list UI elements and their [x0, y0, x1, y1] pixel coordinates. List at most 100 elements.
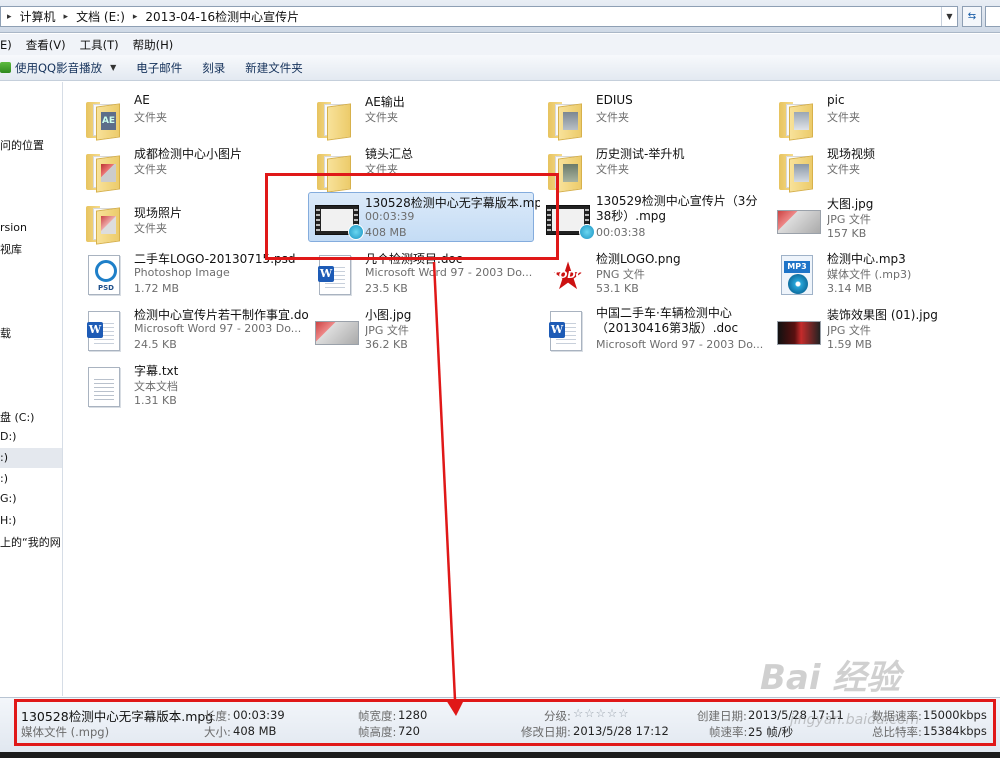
file-type: Microsoft Word 97 - 2003 Do... — [365, 266, 533, 279]
file-item-pic[interactable]: pic 文件夹 — [771, 92, 997, 144]
menu-help[interactable]: 帮助(H) — [126, 37, 181, 53]
nav-item-video-library[interactable]: 视库 — [0, 241, 22, 257]
file-type: 文件夹 — [134, 111, 167, 124]
file-name: 装饰效果图 (01).jpg — [827, 308, 938, 322]
refresh-button[interactable]: ⇆ — [962, 6, 982, 27]
file-type: 文件夹 — [596, 163, 629, 176]
file-type: 文件夹 — [365, 111, 398, 124]
email-button[interactable]: 电子邮件 — [126, 55, 192, 81]
nav-item-drive-g[interactable]: G:) — [0, 492, 17, 505]
chevron-right-icon[interactable]: ▸ — [5, 12, 14, 22]
file-type: Photoshop Image — [134, 266, 230, 279]
file-duration: 00:03:38 — [596, 226, 646, 239]
file-type: PNG 文件 — [596, 268, 645, 281]
image-thumbnail-icon — [777, 309, 821, 353]
file-item-logo-png[interactable]: ★ TODO 检测LOGO.png PNG 文件 53.1 KB — [540, 249, 766, 301]
image-thumbnail-icon — [315, 309, 359, 353]
file-type: 文件夹 — [596, 111, 629, 124]
chevron-right-icon[interactable]: ▸ — [131, 12, 140, 22]
file-name: 历史测试-举升机 — [596, 147, 685, 161]
nav-item-label: :) — [0, 451, 8, 464]
nav-item-drive-h[interactable]: H:) — [0, 514, 16, 527]
file-item-version3-doc[interactable]: W 中国二手车·车辆检测中心（20130416第3版）.doc Microsof… — [540, 305, 766, 357]
file-size: 3.14 MB — [827, 282, 873, 295]
mp3-file-icon: MP3 — [777, 253, 819, 297]
breadcrumb-current-folder[interactable]: 2013-04-16检测中心宣传片 — [139, 8, 305, 25]
chevron-down-icon[interactable]: ▼ — [110, 63, 116, 72]
file-type: Microsoft Word 97 - 2003 Do... — [134, 322, 302, 335]
file-item-site-video[interactable]: 现场视频 文件夹 — [771, 144, 997, 196]
folder-icon — [84, 148, 126, 193]
file-type: JPG 文件 — [827, 213, 871, 226]
file-type: 媒体文件 (.mp3) — [827, 268, 912, 281]
file-type: JPG 文件 — [365, 324, 409, 337]
nav-item-drive-f[interactable]: :) — [0, 472, 8, 485]
file-item-history-test[interactable]: 历史测试-举升机 文件夹 — [540, 144, 766, 196]
menu-bar: E) 查看(V) 工具(T) 帮助(H) — [0, 34, 1000, 55]
nav-item-drive-d[interactable]: D:) — [0, 430, 16, 443]
file-type: 文件夹 — [827, 163, 860, 176]
search-input[interactable] — [985, 6, 1000, 27]
nav-item-drive-c[interactable]: 盘 (C:) — [0, 409, 34, 425]
burn-button[interactable]: 刻录 — [192, 55, 235, 81]
word-document-icon: W — [84, 309, 126, 353]
file-item-production-doc[interactable]: W 检测中心宣传片若干制作事宜.doc Microsoft Word 97 - … — [78, 305, 309, 357]
file-size: 1.72 MB — [134, 282, 180, 295]
nav-item-downloads[interactable]: 载 — [0, 325, 11, 341]
file-size: 1.59 MB — [827, 338, 873, 351]
file-size: 23.5 KB — [365, 282, 408, 295]
file-name: 检测LOGO.png — [596, 252, 681, 266]
word-document-icon: W — [546, 309, 588, 353]
menu-view[interactable]: 查看(V) — [19, 37, 73, 53]
file-type: Microsoft Word 97 - 2003 Do... — [596, 338, 764, 351]
file-item-subtitle-txt[interactable]: 字幕.txt 文本文档 1.31 KB — [78, 361, 304, 413]
address-field[interactable]: ▸ 计算机 ▸ 文档 (E:) ▸ 2013-04-16检测中心宣传片 ▼ — [0, 6, 958, 27]
file-name: AE输出 — [365, 95, 405, 109]
file-type: 文件夹 — [827, 111, 860, 124]
file-name: 中国二手车·车辆检测中心（20130416第3版）.doc — [596, 306, 739, 335]
play-icon — [0, 62, 11, 73]
file-item-ae-output[interactable]: AE输出 文件夹 — [309, 92, 535, 144]
file-item-decoration-image[interactable]: 装饰效果图 (01).jpg JPG 文件 1.59 MB — [771, 305, 997, 357]
address-bar: ▸ 计算机 ▸ 文档 (E:) ▸ 2013-04-16检测中心宣传片 ▼ ⇆ — [0, 0, 1000, 33]
file-name: 成都检测中心小图片 — [134, 147, 243, 161]
file-name: 检测中心宣传片若干制作事宜.doc — [134, 308, 309, 322]
menu-tools[interactable]: 工具(T) — [73, 37, 126, 53]
breadcrumb-computer[interactable]: 计算机 — [14, 8, 62, 25]
chevron-down-icon[interactable]: ▼ — [941, 7, 957, 26]
file-name: 检测中心.mp3 — [827, 252, 906, 266]
folder-icon — [777, 148, 819, 193]
menu-edit[interactable]: E) — [0, 38, 19, 52]
play-label: 使用QQ影音播放 — [15, 60, 103, 75]
file-size: 36.2 KB — [365, 338, 408, 351]
folder-icon — [546, 96, 588, 141]
new-folder-button[interactable]: 新建文件夹 — [235, 55, 313, 81]
file-item-ae[interactable]: AE AE 文件夹 — [78, 92, 304, 144]
folder-icon — [84, 200, 126, 245]
file-name: 130529检测中心宣传片（3分38秒）.mpg — [596, 194, 758, 223]
nav-item-drive-e[interactable]: :) — [0, 448, 62, 468]
file-size: 1.31 KB — [134, 394, 177, 407]
taskbar-edge — [0, 752, 1000, 758]
nav-item-network-drive[interactable]: 上的“我的网 — [0, 534, 61, 550]
play-with-qq-button[interactable]: 使用QQ影音播放 ▼ — [0, 55, 126, 81]
file-name: AE — [134, 93, 150, 107]
file-item-mp3[interactable]: MP3 检测中心.mp3 媒体文件 (.mp3) 3.14 MB — [771, 249, 997, 301]
file-name: 小图.jpg — [365, 308, 412, 322]
breadcrumb-drive-e[interactable]: 文档 (E:) — [70, 8, 131, 25]
refresh-icon: ⇆ — [967, 11, 977, 22]
chevron-right-icon[interactable]: ▸ — [62, 12, 71, 22]
nav-item-subversion[interactable]: rsion — [0, 221, 27, 234]
psd-file-icon: PSD — [84, 253, 126, 297]
file-item-small-image[interactable]: 小图.jpg JPG 文件 36.2 KB — [309, 305, 535, 357]
file-item-big-image[interactable]: 大图.jpg JPG 文件 157 KB — [771, 194, 997, 246]
file-size: 157 KB — [827, 227, 867, 240]
watermark-url: jingyan.baidu.com — [790, 712, 920, 728]
nav-item-recent-places[interactable]: 问的位置 — [0, 137, 44, 153]
file-item-promo-video[interactable]: 130529检测中心宣传片（3分38秒）.mpg 00:03:38 — [540, 193, 766, 245]
annotation-highlight-box — [265, 173, 559, 260]
file-name: pic — [827, 93, 845, 107]
folder-icon — [777, 96, 819, 141]
file-item-edius[interactable]: EDIUS 文件夹 — [540, 92, 766, 144]
image-thumbnail-icon — [777, 198, 821, 242]
